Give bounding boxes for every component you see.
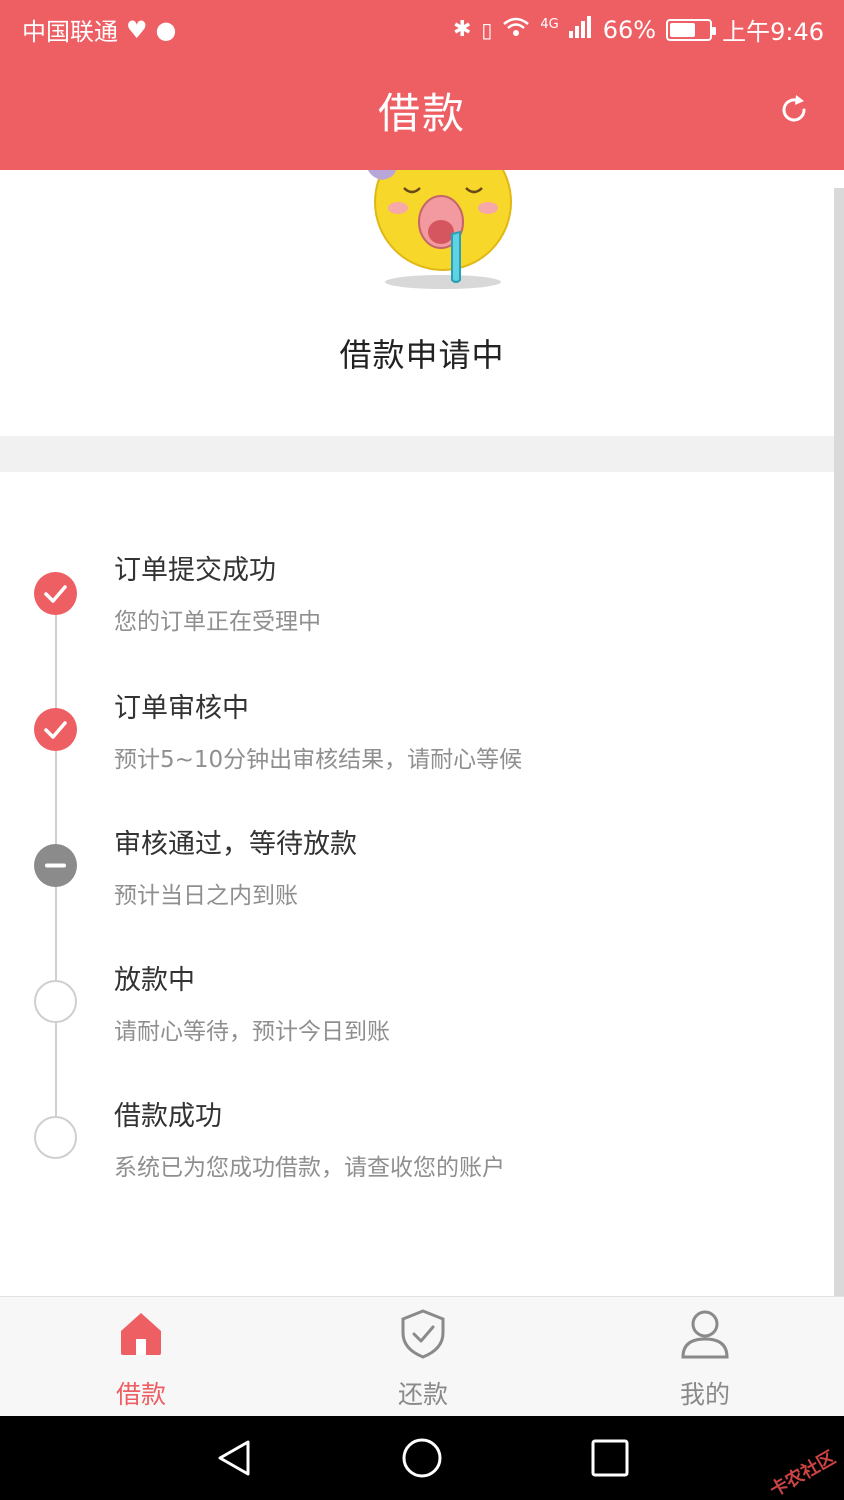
tab-label: 借款	[115, 1380, 166, 1409]
system-nav-bar: 卡农社区	[0, 1416, 844, 1500]
step-title: 订单提交成功	[114, 555, 276, 586]
tab-label: 我的	[679, 1380, 730, 1409]
status-bar: 中国联通 ♥ ● ✱ ▯ 4G 66% 上午9:46	[0, 0, 844, 58]
progress-timeline: 订单提交成功 您的订单正在受理中 订单审核中 预计5~10分钟出审核结果，请耐心…	[0, 472, 834, 1296]
sleeping-emoji-icon	[368, 133, 518, 292]
check-circle-icon	[34, 572, 77, 615]
check-circle-icon	[34, 708, 77, 751]
empty-circle-icon	[34, 980, 77, 1023]
step-description: 预计5~10分钟出审核结果，请耐心等候	[114, 747, 523, 773]
timeline-step-success: 借款成功 系统已为您成功借款，请查收您的账户	[0, 1088, 834, 1208]
step-description: 您的订单正在受理中	[114, 609, 321, 635]
section-divider	[0, 436, 834, 472]
back-icon[interactable]	[212, 1436, 256, 1480]
minus-circle-icon	[34, 844, 77, 887]
vibrate-icon: ▯	[481, 17, 493, 42]
refresh-icon[interactable]	[776, 92, 812, 128]
home-circle-icon[interactable]	[400, 1436, 444, 1480]
app-header: 中国联通 ♥ ● ✱ ▯ 4G 66% 上午9:46 借款	[0, 0, 844, 170]
signal-icon	[568, 15, 593, 44]
step-description: 预计当日之内到账	[114, 883, 298, 909]
carrier-label: 中国联通	[22, 18, 118, 46]
bottom-tab-bar: 借款 还款 我的	[0, 1296, 844, 1416]
bluetooth-icon: ✱	[452, 17, 472, 42]
network-type-label: 4G	[540, 17, 559, 32]
step-title: 放款中	[114, 965, 195, 996]
chat-bubble-icon: ●	[155, 15, 177, 44]
tab-mine[interactable]: 我的	[635, 1297, 775, 1417]
timeline-step-reviewing: 订单审核中 预计5~10分钟出审核结果，请耐心等候	[0, 680, 834, 800]
timeline-step-disbursing: 放款中 请耐心等待，预计今日到账	[0, 952, 834, 1072]
tab-borrow[interactable]: 借款	[71, 1297, 211, 1417]
heart-rate-icon: ♥	[126, 15, 148, 44]
recents-icon[interactable]	[588, 1436, 632, 1480]
timeline-step-approved: 审核通过，等待放款 预计当日之内到账	[0, 816, 834, 936]
step-description: 请耐心等待，预计今日到账	[114, 1019, 390, 1045]
wifi-icon	[502, 16, 530, 44]
tab-repay[interactable]: 还款	[353, 1297, 493, 1417]
application-status-card: 借款申请中	[0, 133, 834, 436]
tab-label: 还款	[397, 1380, 448, 1409]
home-icon	[115, 1307, 167, 1359]
watermark: 卡农社区	[766, 1447, 840, 1500]
step-title: 订单审核中	[114, 693, 249, 724]
timeline-step-submitted: 订单提交成功 您的订单正在受理中	[0, 544, 834, 664]
step-description: 系统已为您成功借款，请查收您的账户	[114, 1155, 505, 1181]
user-icon	[679, 1307, 731, 1359]
battery-percent: 66%	[602, 15, 657, 44]
step-title: 借款成功	[114, 1101, 222, 1132]
step-title: 审核通过，等待放款	[114, 829, 357, 860]
shield-check-icon	[397, 1307, 449, 1359]
page-title: 借款	[377, 89, 466, 138]
clock: 上午9:46	[722, 18, 824, 46]
application-status-title: 借款申请中	[339, 336, 505, 374]
empty-circle-icon	[34, 1116, 77, 1159]
battery-icon	[666, 18, 717, 41]
